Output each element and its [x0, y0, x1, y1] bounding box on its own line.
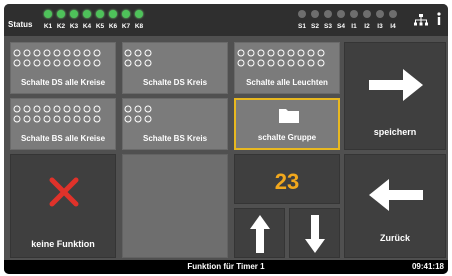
- led-i1: [350, 10, 358, 18]
- led-k7: [122, 10, 130, 18]
- led-s2: [311, 10, 319, 18]
- arrow-up-icon: [250, 215, 270, 253]
- tile-label: Schalte BS Kreis: [142, 134, 208, 143]
- led-s1: [298, 10, 306, 18]
- bulb-group-icon: [124, 105, 152, 123]
- tile-label: speichern: [373, 127, 417, 137]
- channel-label: K5: [95, 23, 105, 30]
- screen-title: Funktion für Timer 1: [187, 262, 265, 271]
- folder-icon: [279, 109, 299, 123]
- schalte-bs-alle-kreise-button[interactable]: Schalte BS alle Kreise: [10, 98, 116, 150]
- info-icon[interactable]: [434, 12, 444, 26]
- led-i4: [389, 10, 397, 18]
- channel-label: K8: [134, 23, 144, 30]
- led-s4: [337, 10, 345, 18]
- arrow-down-icon: [305, 215, 325, 253]
- channel-label: S3: [324, 23, 332, 30]
- channel-label: S4: [337, 23, 345, 30]
- channel-label: K7: [121, 23, 131, 30]
- status-bar: Status K1 K2 K3 K4 K5 K6 K7 K8 S1 S2 S3 …: [4, 4, 448, 36]
- led-k3: [70, 10, 78, 18]
- led-k5: [96, 10, 104, 18]
- channel-label: K4: [82, 23, 92, 30]
- arrow-right-icon: [369, 69, 423, 101]
- channel-label: S2: [311, 23, 319, 30]
- tile-label: Schalte BS alle Kreise: [20, 134, 106, 143]
- channel-label: I3: [377, 23, 383, 30]
- tile-label: schalte Gruppe: [257, 133, 317, 142]
- led-i2: [363, 10, 371, 18]
- channel-label: I2: [364, 23, 370, 30]
- schalte-alle-leuchten-button[interactable]: Schalte alle Leuchten: [234, 42, 340, 94]
- tile-label: Schalte DS alle Kreise: [20, 78, 106, 87]
- screen: Status K1 K2 K3 K4 K5 K6 K7 K8 S1 S2 S3 …: [4, 4, 448, 274]
- bulb-row-icon: [13, 105, 101, 123]
- counter-display: 23: [234, 154, 340, 204]
- channel-label: K6: [108, 23, 118, 30]
- keine-funktion-button[interactable]: keine Funktion: [10, 154, 116, 258]
- bottom-bar: Funktion für Timer 1 09:41:18: [4, 260, 448, 274]
- increment-button[interactable]: [234, 208, 285, 258]
- schalte-ds-kreis-button[interactable]: Schalte DS Kreis: [122, 42, 228, 94]
- schalte-gruppe-button[interactable]: schalte Gruppe: [234, 98, 340, 150]
- channel-label: I4: [390, 23, 396, 30]
- channel-label: I1: [351, 23, 357, 30]
- channel-label: K3: [69, 23, 79, 30]
- led-i3: [376, 10, 384, 18]
- tile-label: Zurück: [379, 233, 410, 243]
- channel-label: K2: [56, 23, 66, 30]
- decrement-button[interactable]: [289, 208, 340, 258]
- speichern-button[interactable]: speichern: [344, 42, 446, 150]
- counter-value: 23: [274, 169, 300, 194]
- clock: 09:41:18: [411, 262, 444, 271]
- bulb-row-icon: [237, 49, 325, 67]
- channel-label: S1: [298, 23, 306, 30]
- bulb-row-icon: [13, 49, 101, 67]
- tile-label: Schalte DS Kreis: [142, 78, 208, 87]
- led-k1: [44, 10, 52, 18]
- schalte-bs-kreis-button[interactable]: Schalte BS Kreis: [122, 98, 228, 150]
- bulb-group-icon: [124, 49, 152, 67]
- network-icon: [414, 14, 428, 26]
- status-label: Status: [8, 20, 33, 29]
- arrow-left-icon: [369, 179, 423, 211]
- tile-label: keine Funktion: [31, 239, 95, 249]
- led-k4: [83, 10, 91, 18]
- led-s3: [324, 10, 332, 18]
- schalte-ds-alle-kreise-button[interactable]: Schalte DS alle Kreise: [10, 42, 116, 94]
- zurueck-button[interactable]: Zurück: [344, 154, 446, 258]
- channel-label: K1: [43, 23, 53, 30]
- tile-label: Schalte alle Leuchten: [246, 78, 328, 87]
- led-k2: [57, 10, 65, 18]
- empty-slot: [122, 154, 228, 258]
- led-k8: [135, 10, 143, 18]
- cross-icon: [49, 177, 79, 207]
- led-k6: [109, 10, 117, 18]
